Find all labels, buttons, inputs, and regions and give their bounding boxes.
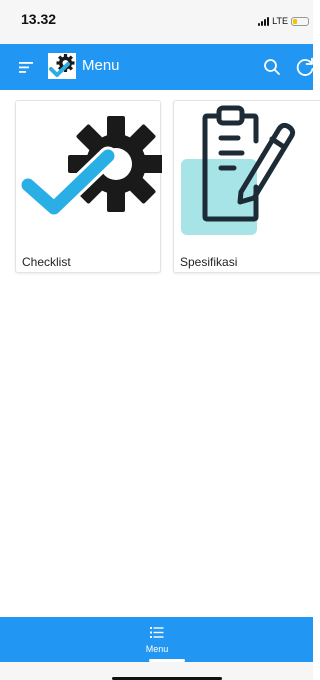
menu-card-spesifikasi[interactable]: Spesifikasi: [173, 100, 320, 273]
search-icon[interactable]: [262, 57, 282, 77]
checklist-gear-icon: [18, 116, 162, 218]
status-indicators: LTE: [258, 15, 309, 27]
card-label: Spesifikasi: [180, 255, 238, 269]
app-toolbar: Menu: [0, 44, 316, 90]
card-label: Checklist: [22, 255, 71, 269]
battery-icon: [291, 16, 309, 26]
signal-icon: [258, 16, 270, 26]
bottom-navigation: Menu: [0, 617, 313, 662]
nav-item-menu[interactable]: Menu: [136, 617, 178, 662]
hamburger-icon[interactable]: [19, 59, 35, 75]
refresh-icon[interactable]: [294, 56, 316, 78]
list-icon: [150, 627, 164, 638]
status-time: 13.32: [21, 11, 57, 27]
clipboard-pencil-icon: [181, 105, 296, 235]
menu-card-checklist[interactable]: Checklist: [15, 100, 162, 273]
page-title: Menu: [82, 57, 120, 74]
status-bar: 13.32 LTE: [0, 0, 313, 44]
battery-fill: [293, 18, 297, 24]
app-logo-icon: [48, 53, 76, 79]
network-type: LTE: [272, 16, 288, 26]
nav-label: Menu: [145, 644, 169, 654]
